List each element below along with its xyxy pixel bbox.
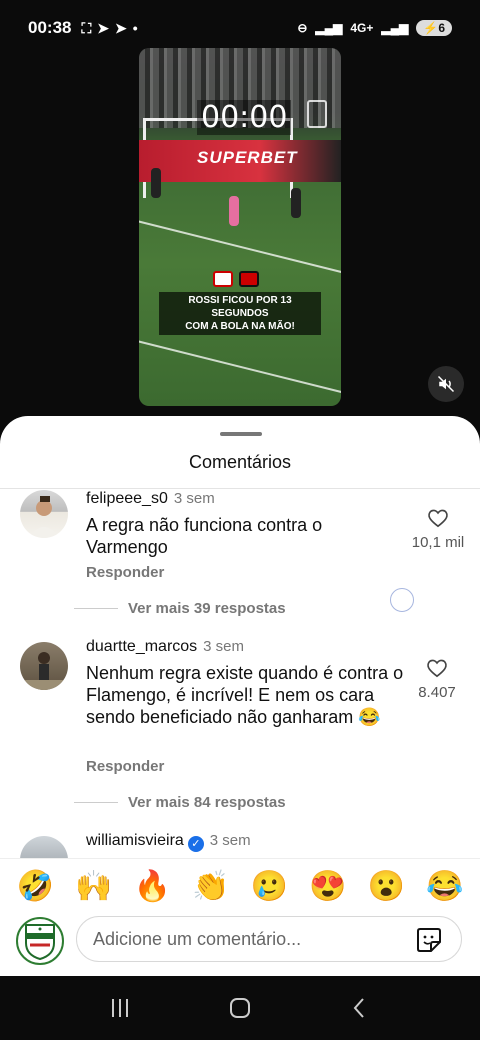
view-more-replies[interactable]: Ver mais 84 respostas xyxy=(74,794,286,811)
user-avatar[interactable] xyxy=(16,917,64,965)
view-more-replies[interactable]: Ver mais 39 respostas xyxy=(74,600,286,617)
comment-text: A regra não funciona contra o Varmengo xyxy=(86,515,323,557)
pitch-line xyxy=(139,336,341,402)
divider xyxy=(0,488,480,489)
view-more-replies-label: Ver mais 84 respostas xyxy=(128,794,286,811)
dot-icon: • xyxy=(132,20,138,36)
club-crest-icon xyxy=(25,924,55,961)
comment-composer: 🤣 🙌 🔥 👏 🥲 😍 😮 😂 xyxy=(0,858,480,976)
comment-username-line: duartte_marcos 3 sem xyxy=(86,638,244,656)
sticker-icon[interactable] xyxy=(415,926,443,959)
emoji-fire[interactable]: 🔥 xyxy=(132,869,172,904)
emoji-heart-eyes[interactable]: 😍 xyxy=(308,869,348,904)
emoji-smiling-tear[interactable]: 🥲 xyxy=(249,869,289,904)
reply-button[interactable]: Responder xyxy=(86,564,164,581)
signal-icon-2: ▂▄▆ xyxy=(381,21,409,35)
caption-line-1: ROSSI FICOU POR 13 SEGUNDOS xyxy=(188,295,292,319)
status-time: 00:38 xyxy=(28,18,72,37)
emoji-joy[interactable]: 😂 xyxy=(425,869,465,904)
emoji-clap[interactable]: 👏 xyxy=(191,869,231,904)
system-icons: ⊖ ▂▄▆ 4G+ ▂▄▆ ⚡6 xyxy=(297,20,452,36)
network-label: 4G+ xyxy=(350,21,374,35)
scoreboard-icon xyxy=(307,100,327,128)
battery-icon: ⚡6 xyxy=(416,20,452,36)
back-icon[interactable] xyxy=(348,996,372,1020)
comment-username[interactable]: duartte_marcos xyxy=(86,638,197,655)
comment-time: 3 sem xyxy=(209,832,251,849)
comments-title: Comentários xyxy=(188,452,292,472)
like-count: 10,1 mil xyxy=(411,534,465,551)
loading-spinner xyxy=(390,588,414,612)
comment-time: 3 sem xyxy=(203,638,245,655)
heart-icon[interactable] xyxy=(427,508,449,528)
video-player[interactable]: SUPERBET 00:00 ROSSI FICOU POR 13 SEGUND… xyxy=(139,48,341,406)
ad-banner-text: SUPERBET xyxy=(197,148,298,167)
comment-username-line: williamisvieira ✓ 3 sem xyxy=(86,832,251,852)
caption-line-2: COM A BOLA NA MÃO! xyxy=(185,321,295,332)
system-navigation-bar xyxy=(0,976,480,1040)
comment-text: Nenhum regra existe quando é contra o Fl… xyxy=(86,663,404,727)
comment-input[interactable] xyxy=(93,928,393,950)
flamengo-logo xyxy=(239,271,259,287)
goalkeeper xyxy=(229,196,239,226)
emoji-rofl[interactable]: 🤣 xyxy=(15,869,55,904)
comment-time: 3 sem xyxy=(173,490,215,507)
comment-username[interactable]: williamisvieira xyxy=(86,832,184,849)
heart-icon[interactable] xyxy=(426,658,448,678)
emoji-raised-hands[interactable]: 🙌 xyxy=(74,869,114,904)
like-group: 10,1 mil xyxy=(406,508,470,551)
reply-thread-line xyxy=(74,802,118,803)
like-group: 8.407 xyxy=(408,658,466,701)
muted-speaker-icon xyxy=(437,375,455,393)
comment-username[interactable]: felipeee_s0 xyxy=(86,490,168,507)
player xyxy=(151,168,161,198)
comment-input-wrapper xyxy=(76,916,462,962)
sao-paulo-logo xyxy=(213,271,233,287)
avatar[interactable] xyxy=(20,490,68,538)
comment-username-line: felipeee_s0 3 sem xyxy=(86,490,215,508)
dnd-icon: ⊖ xyxy=(297,21,308,35)
signal-icon: ▂▄▆ xyxy=(315,21,343,35)
video-caption: ROSSI FICOU POR 13 SEGUNDOS COM A BOLA N… xyxy=(159,292,321,335)
like-count: 8.407 xyxy=(418,684,456,701)
team-logos xyxy=(213,271,259,287)
telegram-icon: ➤ xyxy=(97,19,110,36)
telegram-icon-2: ➤ xyxy=(115,19,127,36)
reply-thread-line xyxy=(74,608,118,609)
mute-button[interactable] xyxy=(428,366,464,402)
battery-level: 6 xyxy=(438,21,445,35)
avatar[interactable] xyxy=(20,642,68,690)
emoji-surprised[interactable]: 😮 xyxy=(366,869,406,904)
emoji-reactions: 🤣 🙌 🔥 👏 🥲 😍 😮 😂 xyxy=(0,869,480,904)
screen-capture-icon: ⛶ xyxy=(81,19,92,36)
reply-button[interactable]: Responder xyxy=(86,758,164,775)
drag-handle[interactable] xyxy=(220,432,262,436)
home-icon[interactable] xyxy=(228,996,252,1020)
notification-icons: ⛶ ➤ ➤ • xyxy=(81,20,137,37)
verified-badge-icon: ✓ xyxy=(187,836,204,852)
recent-apps-icon[interactable] xyxy=(108,996,132,1020)
video-timer: 00:00 xyxy=(197,100,292,135)
player xyxy=(291,188,301,218)
view-more-replies-label: Ver mais 39 respostas xyxy=(128,600,286,617)
